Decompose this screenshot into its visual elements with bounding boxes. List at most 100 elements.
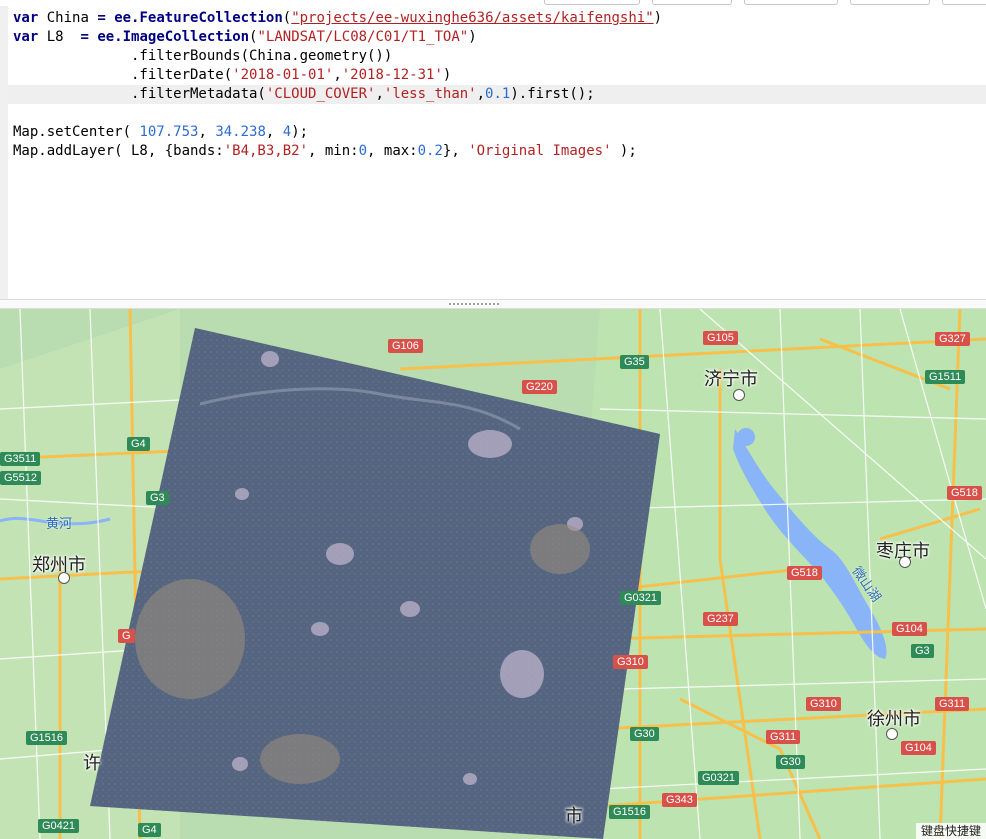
code-token: 0.1 [485,86,511,102]
code-line[interactable]: .filterBounds(China.geometry()) [13,47,392,66]
city-marker [58,572,70,584]
code-token: "projects/ee-wuxinghe636/assets/kaifengs… [291,10,654,26]
editor-gutter [0,6,8,299]
road-shield: G311 [766,730,801,744]
road-shield: G4 [138,823,161,837]
road-shield: G3511 [0,452,41,466]
code-token: }, [442,143,469,159]
splitter-grip-icon[interactable] [448,302,500,306]
code-token: ee.FeatureCollection [114,10,283,26]
code-token: , [265,124,283,140]
code-editor[interactable]: var China = ee.FeatureCollection("projec… [0,6,986,299]
code-token: ); [611,143,637,159]
toolbar-button[interactable] [942,0,986,5]
code-line[interactable]: .filterMetadata('CLOUD_COVER','less_than… [13,85,595,104]
road-shield: G104 [892,622,927,636]
road-shield: G0321 [698,771,740,785]
road-shield: G1516 [609,805,651,819]
road-shield: G3 [146,491,169,505]
road-shield: G104 [901,741,936,755]
code-token: '2018-12-31' [341,67,443,83]
road-shield: G518 [947,486,982,500]
road-shield: G311 [935,697,970,711]
basemap [0,309,986,839]
code-token: , max: [367,143,418,159]
road-shield: G310 [806,697,841,711]
road-shield: G1511 [925,370,966,384]
road-shield: G [118,629,135,643]
road-shield: G4 [127,437,150,451]
code-token: 0 [358,143,368,159]
code-line[interactable]: .filterDate('2018-01-01','2018-12-31') [13,66,451,85]
code-token: 0.2 [417,143,443,159]
code-line[interactable]: Map.setCenter( 107.753, 34.238, 4); [13,123,308,142]
code-token: "LANDSAT/LC08/C01/T1_TOA" [257,29,469,45]
keyboard-shortcuts-link[interactable]: 键盘快捷键 [915,823,986,839]
code-token: 34.238 [215,124,266,140]
code-token: var [13,29,39,45]
code-line[interactable]: var L8 = ee.ImageCollection("LANDSAT/LC0… [13,28,477,47]
city-label-xu: 许 [83,753,101,773]
code-token: , [476,86,486,102]
code-token: 'Original Images' [468,143,612,159]
code-token: 4 [282,124,292,140]
road-shield: G343 [662,793,697,807]
road-shield: G105 [703,331,738,345]
code-token: .filterDate( [13,67,233,83]
road-shield: G0321 [620,591,662,605]
code-token: , [333,67,342,83]
code-token: 'CLOUD_COVER' [265,86,376,102]
road-shield: G237 [703,612,738,626]
code-token: 'less_than' [383,86,477,102]
code-token: ) [468,29,477,45]
toolbar-button[interactable] [744,0,838,5]
code-line[interactable]: var China = ee.FeatureCollection("projec… [13,9,662,28]
city-label-xuzhou: 徐州市 [867,709,921,729]
code-token: 'B4,B3,B2' [223,143,309,159]
code-token: L8 [38,29,81,45]
city-label-jining: 济宁市 [704,369,758,389]
code-token: '2018-01-01' [232,67,334,83]
code-token: ) [653,10,663,26]
road-shield: G35 [620,355,649,369]
code-token: = [97,10,106,26]
city-marker [899,556,911,568]
toolbar-button[interactable] [850,0,930,5]
road-shield: G5512 [0,471,42,485]
code-token: = [80,29,89,45]
city-label-shi: 市 [565,806,583,826]
code-line[interactable]: Map.addLayer( L8, {bands:'B4,B3,B2', min… [13,142,637,161]
code-token: ) [442,67,452,83]
code-token: ee.ImageCollection [97,29,250,45]
city-marker [886,728,898,740]
code-token: , min: [308,143,359,159]
code-token: , [198,124,216,140]
road-shield: G1516 [26,731,68,745]
road-shield: G30 [630,727,659,741]
code-token: 107.753 [139,124,199,140]
road-shield: G220 [522,380,557,394]
road-shield: G327 [935,332,970,346]
code-token: ); [291,124,309,140]
code-token: Map.setCenter( [13,124,140,140]
road-shield: G0421 [38,819,80,833]
code-token: ( [282,10,292,26]
code-token: China [38,10,98,26]
road-shield: G3 [911,644,934,658]
city-marker [733,389,745,401]
map-view[interactable]: 济宁市 枣庄市 郑州市 徐州市 许 市 黄河 微山湖 G106 G105 G327 G… [0,309,986,839]
toolbar-button[interactable] [544,0,640,5]
road-shield: G518 [787,566,822,580]
river-label: 黄河 [46,516,73,531]
toolbar-button[interactable] [652,0,732,5]
road-shield: G106 [388,339,423,353]
code-token: var [13,10,39,26]
code-token: , [375,86,384,102]
code-token: ).first(); [510,86,595,102]
code-token: .filterBounds(China.geometry()) [13,48,393,64]
road-shield: G30 [776,755,805,769]
panel-splitter[interactable] [0,299,986,309]
code-token: Map.addLayer( L8, {bands: [13,143,224,159]
code-token: .filterMetadata( [13,86,266,102]
